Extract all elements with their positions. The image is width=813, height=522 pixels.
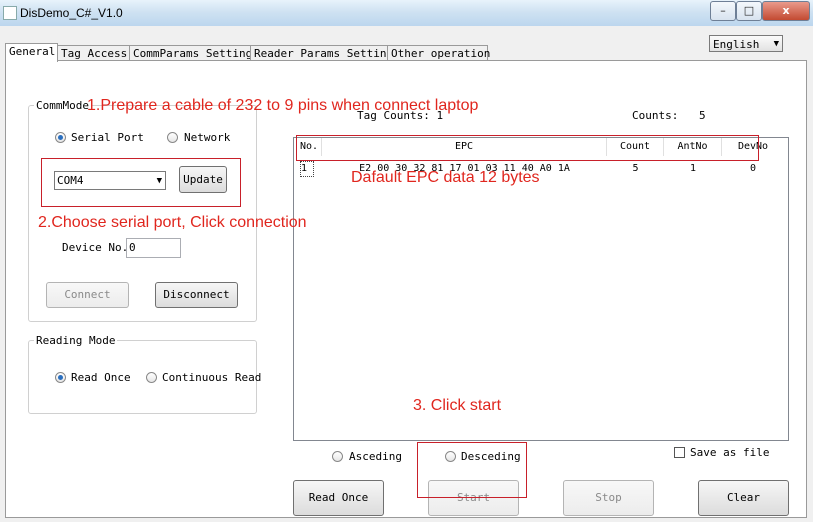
language-select[interactable]: English ▼	[709, 35, 783, 52]
close-button[interactable]: x	[762, 1, 810, 21]
annotation-step2: 2.Choose serial port, Click connection	[38, 214, 307, 231]
row-devno: 0	[749, 163, 757, 174]
save-as-file-label: Save as file	[690, 446, 770, 459]
read-once-button[interactable]: Read Once	[293, 480, 384, 516]
device-no-input[interactable]: 0	[126, 238, 181, 258]
read-once-label: Read Once	[71, 371, 131, 384]
disconnect-button[interactable]: Disconnect	[155, 282, 238, 308]
row-count: 5	[632, 163, 639, 174]
title-bar[interactable]: DisDemo_C#_V1.0 – □ x	[0, 0, 813, 26]
commmode-title: CommMode	[34, 99, 91, 112]
window-title: DisDemo_C#_V1.0	[20, 6, 123, 20]
language-value: English	[713, 38, 760, 51]
tab-commparams-setting[interactable]: CommParams Setting	[129, 45, 252, 61]
read-once-radio[interactable]	[55, 372, 66, 383]
serial-port-radio[interactable]	[55, 132, 66, 143]
continuous-read-label: Continuous Read	[162, 371, 262, 384]
annotation-box-row	[296, 135, 759, 161]
annotation-step1: 1.Prepare a cable of 232 to 9 pins when …	[87, 97, 479, 114]
network-label: Network	[184, 131, 231, 144]
ascending-radio[interactable]	[332, 451, 343, 462]
reading-mode-title: Reading Mode	[34, 334, 118, 347]
row-antno: 1	[689, 163, 697, 174]
annotation-box-start	[417, 442, 527, 498]
tab-other-operation[interactable]: Other operation	[387, 45, 490, 61]
counts: Counts: 5	[632, 109, 706, 122]
tab-general[interactable]: General	[5, 43, 58, 62]
ascending-label: Asceding	[349, 450, 402, 463]
minimize-button[interactable]: –	[710, 1, 736, 21]
device-no-label: Device No.	[62, 241, 129, 254]
row-no: 1	[300, 161, 314, 177]
continuous-read-radio[interactable]	[146, 372, 157, 383]
tab-tag-access[interactable]: Tag Access	[57, 45, 131, 61]
maximize-button[interactable]: □	[736, 1, 762, 21]
reading-mode-group: Reading Mode Read Once Continuous Read	[28, 334, 261, 414]
clear-button[interactable]: Clear	[698, 480, 789, 516]
chevron-down-icon: ▼	[773, 39, 779, 49]
network-radio[interactable]	[167, 132, 178, 143]
counts-label: Counts:	[632, 109, 679, 122]
stop-button[interactable]: Stop	[563, 480, 654, 516]
app-icon	[3, 6, 17, 20]
general-tab-page: CommMode Serial Port Network COM4 ▼ Upda…	[5, 60, 807, 518]
counts-value: 5	[698, 109, 706, 122]
annotation-box-port	[41, 158, 241, 207]
connect-button[interactable]: Connect	[46, 282, 129, 308]
annotation-epc-note: Dafault EPC data 12 bytes	[351, 169, 540, 186]
serial-port-label: Serial Port	[71, 131, 144, 144]
annotation-step3: 3. Click start	[413, 397, 502, 414]
tab-reader-params-setting[interactable]: Reader Params Setting	[250, 45, 393, 61]
save-as-file-checkbox[interactable]	[674, 447, 685, 458]
client-area: English ▼ General Tag Access CommParams …	[0, 26, 813, 522]
